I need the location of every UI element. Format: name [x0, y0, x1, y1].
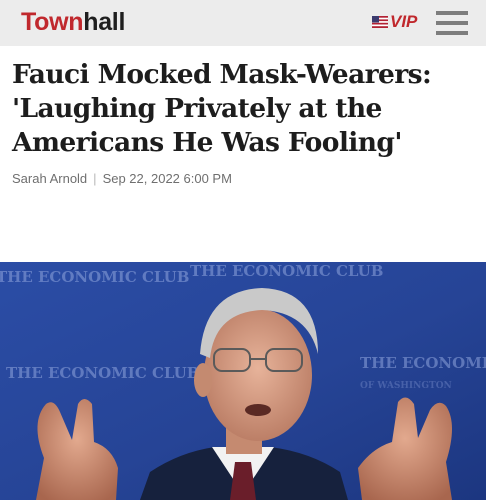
backdrop-text: THE ECONOMIC CLUB — [6, 364, 199, 382]
townhall-logo[interactable]: Townhall — [21, 6, 125, 38]
backdrop-text: THE ECONOMIC CLUB — [360, 354, 486, 372]
vip-label: VIP — [390, 12, 418, 31]
hero-image[interactable]: THE ECONOMIC CLUB THE ECONOMIC CLUB THE … — [0, 262, 486, 500]
article-byline: Sarah Arnold | Sep 22, 2022 6:00 PM — [12, 170, 232, 188]
site-header: Townhall VIP — [0, 0, 486, 46]
hamburger-menu-icon[interactable] — [436, 11, 468, 35]
backdrop-text: THE ECONOMIC CLUB — [0, 268, 189, 286]
mouth — [245, 404, 271, 416]
ear — [194, 363, 212, 397]
logo-hall-text: hall — [83, 8, 126, 36]
article-headline: Fauci Mocked Mask-Wearers: 'Laughing Pri… — [12, 59, 432, 158]
backdrop-text: OF WASHINGTON — [360, 381, 452, 391]
logo-town-text: Town — [21, 8, 84, 36]
publish-date: Sep 22, 2022 6:00 PM — [102, 171, 232, 186]
byline-separator: | — [93, 171, 97, 186]
backdrop-text: THE ECONOMIC CLUB — [190, 262, 383, 280]
vip-link[interactable]: VIP — [372, 10, 417, 34]
author-link[interactable]: Sarah Arnold — [12, 171, 87, 186]
us-flag-icon — [372, 16, 388, 28]
